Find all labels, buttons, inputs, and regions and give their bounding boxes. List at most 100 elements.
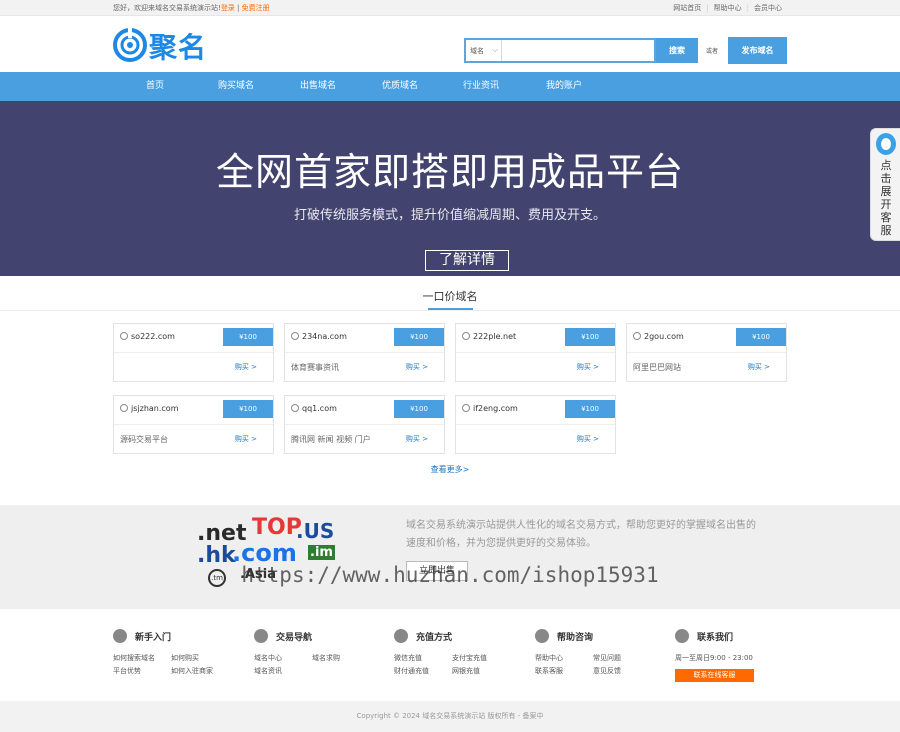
footer-col-beginner: 新手入门 如何搜索域名 如何购买 平台优势 如何入驻商家 — [113, 629, 253, 678]
domain-name[interactable]: 2gou.com — [633, 332, 684, 341]
watermark-text: https://www.huzhan.com/ishop15931 — [241, 563, 659, 587]
domain-card: qq1.com ¥100 腾讯网 新闻 视频 门户 购买 > — [284, 395, 445, 454]
domain-name[interactable]: 234na.com — [291, 332, 347, 341]
footer-col-help: 帮助咨询 帮助中心 常见问题 联系客服 意见反馈 — [535, 629, 675, 678]
footer-col-recharge: 充值方式 微信充值 支付宝充值 财付通充值 网银充值 — [394, 629, 534, 678]
footer-col-contact: 联系我们 周一至周日9:00 - 23:00 联系在线客服 — [675, 629, 815, 682]
contact-hours: 周一至周日9:00 - 23:00 — [675, 654, 753, 662]
footer-link[interactable]: 域名资讯 — [254, 665, 312, 678]
search-button[interactable]: 搜索 — [656, 38, 698, 63]
publish-domain-button[interactable]: 发布域名 — [728, 37, 787, 64]
footer-link[interactable]: 支付宝充值 — [452, 652, 510, 665]
footer-link[interactable]: 如何购买 — [171, 652, 229, 665]
domain-name[interactable]: qq1.com — [291, 404, 337, 413]
shield-icon — [535, 629, 549, 643]
search-type-select[interactable]: 域名 ⌵ — [466, 40, 502, 61]
footer-link[interactable]: 平台优势 — [113, 665, 171, 678]
buy-link[interactable]: 购买 > — [406, 434, 428, 444]
header: 聚名 域名 ⌵ 搜索 或者 发布域名 — [0, 16, 900, 72]
domain-card: 234na.com ¥100 体育赛事资讯 购买 > — [284, 323, 445, 382]
footer-link[interactable]: 联系客服 — [535, 665, 593, 678]
hero-banner: 全网首家即搭即用成品平台 打破传统服务模式，提升价值缩减周期、费用及开支。 了解… — [0, 101, 900, 276]
domain-card: 222ple.net ¥100 购买 > — [455, 323, 616, 382]
globe-icon — [291, 332, 299, 340]
chevron-down-icon: ⌵ — [491, 45, 498, 54]
footer-link[interactable]: 如何搜索域名 — [113, 652, 171, 665]
footer: 新手入门 如何搜索域名 如何购买 平台优势 如何入驻商家 交易导航 域名中心 域名求购… — [0, 609, 900, 701]
nav-item-home[interactable]: 首页 — [125, 72, 185, 101]
promo-section: .net TOP .US .hk .com .im .tm .Asia 域名交易… — [0, 505, 900, 609]
top-link-help[interactable]: 帮助中心 — [714, 4, 742, 12]
top-link-home[interactable]: 网站首页 — [673, 4, 701, 12]
register-link[interactable]: 免费注册 — [242, 4, 270, 12]
top-link-member[interactable]: 会员中心 — [754, 4, 782, 12]
domain-name[interactable]: if2eng.com — [462, 404, 518, 413]
domain-desc: 腾讯网 新闻 视频 门户 — [291, 435, 371, 444]
nav-item-premium[interactable]: 优质域名 — [370, 72, 430, 101]
footer-col-title: 新手入门 — [135, 633, 172, 643]
domain-price: ¥100 — [736, 328, 786, 346]
footer-link[interactable]: 财付通充值 — [394, 665, 452, 678]
nav-item-sell[interactable]: 出售域名 — [288, 72, 348, 101]
user-icon — [254, 629, 268, 643]
footer-link[interactable]: 常见问题 — [593, 652, 651, 665]
footer-link[interactable]: 域名求购 — [312, 652, 370, 665]
search-input[interactable] — [503, 40, 653, 61]
footer-col-title: 充值方式 — [416, 633, 453, 643]
globe-icon — [462, 404, 470, 412]
domain-desc: 阿里巴巴网站 — [633, 363, 681, 372]
separator: | — [237, 4, 240, 12]
footer-link[interactable]: 如何入驻商家 — [171, 665, 229, 678]
top-links: 网站首页 | 帮助中心 | 会员中心 — [673, 4, 782, 12]
phone-icon — [675, 629, 689, 643]
footer-col-title: 交易导航 — [276, 633, 313, 643]
domain-name[interactable]: 222ple.net — [462, 332, 516, 341]
copyright: Copyright © 2024 域名交易系统演示站 版权所有 - 备案中 — [0, 701, 900, 732]
buy-link[interactable]: 购买 > — [748, 362, 770, 372]
domain-name[interactable]: jsjzhan.com — [120, 404, 178, 413]
domain-price: ¥100 — [394, 328, 444, 346]
or-text: 或者 — [706, 48, 719, 55]
nav-item-buy[interactable]: 购买域名 — [206, 72, 266, 101]
globe-icon — [633, 332, 641, 340]
buy-link[interactable]: 购买 > — [235, 434, 257, 444]
domain-name[interactable]: so222.com — [120, 332, 175, 341]
welcome-text: 您好，欢迎来域名交易系统演示站!登录 | 免费注册 — [113, 3, 270, 13]
ext-top: TOP — [252, 515, 302, 540]
domain-card: so222.com ¥100 购买 > — [113, 323, 274, 382]
site-logo[interactable]: 聚名 — [113, 28, 217, 64]
search-type-label: 域名 — [470, 47, 484, 55]
nav-item-news[interactable]: 行业资讯 — [451, 72, 511, 101]
ext-im: .im — [308, 545, 335, 560]
promo-text: 域名交易系统演示站提供人性化的域名交易方式，帮助您更好的掌握域名出售的速度和价格… — [406, 520, 756, 549]
domain-price: ¥100 — [565, 400, 615, 418]
section-divider — [0, 310, 900, 311]
domain-card: jsjzhan.com ¥100 源码交易平台 购买 > — [113, 395, 274, 454]
footer-link[interactable]: 域名中心 — [254, 652, 312, 665]
banner-title: 全网首家即搭即用成品平台 — [215, 150, 684, 194]
footer-link[interactable]: 帮助中心 — [535, 652, 593, 665]
buy-link[interactable]: 购买 > — [406, 362, 428, 372]
banner-details-button[interactable]: 了解详情 — [425, 250, 509, 271]
login-link[interactable]: 登录 — [221, 4, 235, 12]
online-service-button[interactable]: 联系在线客服 — [675, 669, 754, 682]
footer-link[interactable]: 意见反馈 — [593, 665, 651, 678]
question-icon — [113, 629, 127, 643]
domain-price: ¥100 — [394, 400, 444, 418]
footer-link[interactable]: 微信充值 — [394, 652, 452, 665]
view-more-link[interactable]: 查看更多> — [0, 464, 900, 475]
welcome-message: 您好，欢迎来域名交易系统演示站! — [113, 4, 221, 12]
nav-item-account[interactable]: 我的账户 — [534, 72, 594, 101]
main-nav: 首页 购买域名 出售域名 优质域名 行业资讯 我的账户 — [0, 72, 900, 101]
buy-link[interactable]: 购买 > — [235, 362, 257, 372]
globe-icon — [462, 332, 470, 340]
ext-us: .US — [296, 519, 335, 543]
buy-link[interactable]: 购买 > — [577, 434, 599, 444]
domain-price: ¥100 — [223, 400, 273, 418]
domain-desc: 体育赛事资讯 — [291, 363, 339, 372]
buy-link[interactable]: 购买 > — [577, 362, 599, 372]
logo-text: 聚名 — [149, 31, 208, 64]
footer-link[interactable]: 网银充值 — [452, 665, 510, 678]
footer-col-trade-nav: 交易导航 域名中心 域名求购 域名资讯 — [254, 629, 394, 678]
customer-service-tab[interactable]: 点击展开客服 — [870, 128, 900, 241]
